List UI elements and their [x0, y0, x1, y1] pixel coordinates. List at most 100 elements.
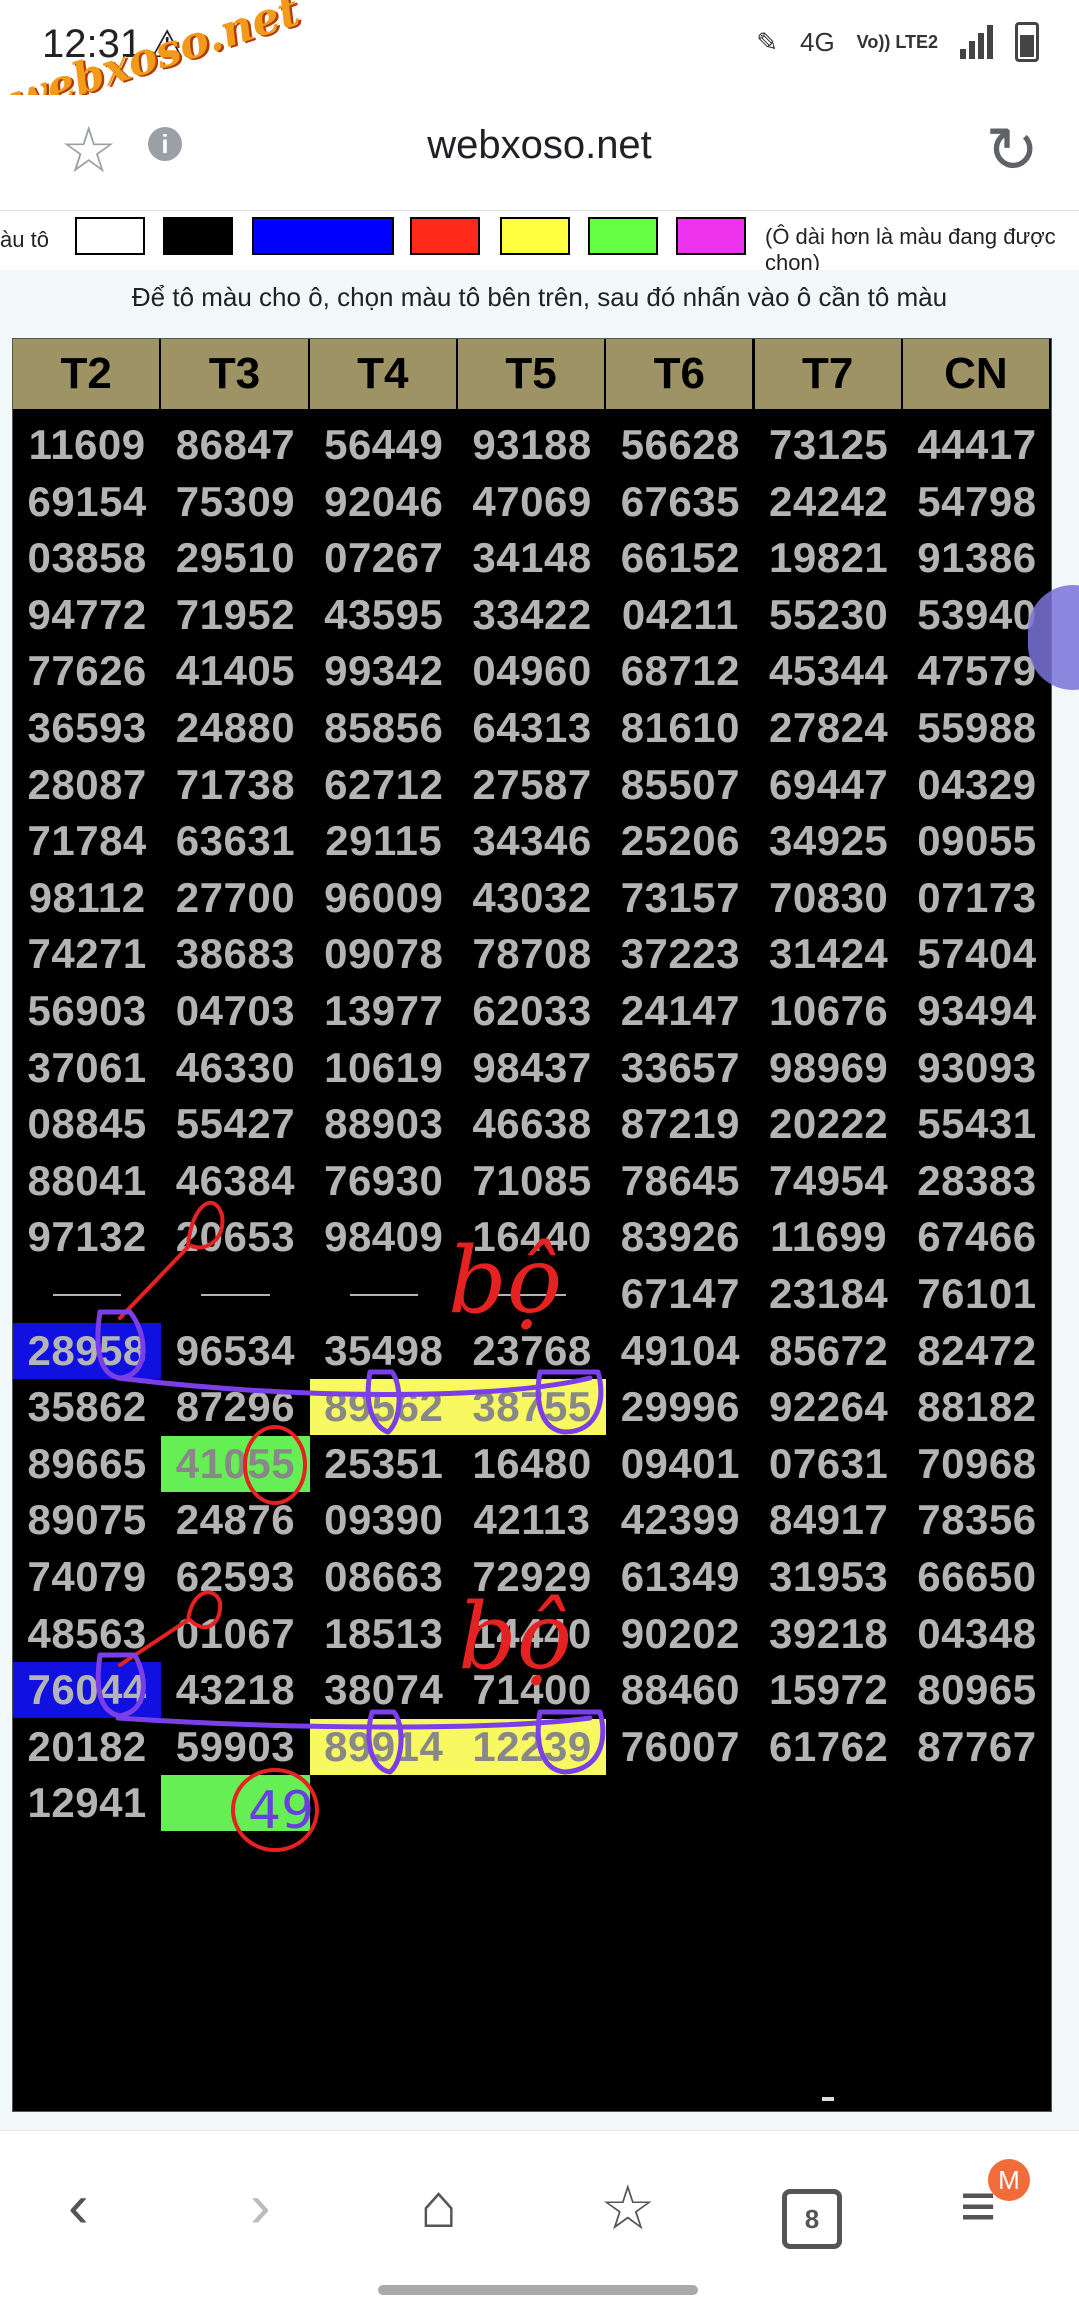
- table-cell[interactable]: 27700: [161, 870, 309, 926]
- table-cell[interactable]: 08663: [310, 1549, 458, 1605]
- table-cell[interactable]: 71085: [458, 1153, 606, 1209]
- table-cell[interactable]: 81610: [606, 700, 754, 756]
- table-cell[interactable]: 86847: [161, 417, 309, 473]
- table-cell[interactable]: 63631: [161, 813, 309, 869]
- swatch-white[interactable]: [75, 217, 145, 255]
- table-cell[interactable]: 04348: [903, 1606, 1051, 1662]
- table-cell[interactable]: 56628: [606, 417, 754, 473]
- table-cell[interactable]: 28958: [13, 1322, 162, 1379]
- table-cell[interactable]: 35498: [310, 1323, 458, 1379]
- table-cell[interactable]: 70968: [903, 1436, 1051, 1492]
- table-cell[interactable]: 18513: [310, 1606, 458, 1662]
- table-cell[interactable]: 23184: [755, 1266, 903, 1322]
- table-cell[interactable]: 78708: [458, 926, 606, 982]
- table-cell[interactable]: 54798: [903, 474, 1051, 530]
- swatch-blue[interactable]: [252, 217, 394, 255]
- table-cell[interactable]: 74079: [13, 1549, 161, 1605]
- table-cell[interactable]: 89665: [13, 1436, 161, 1492]
- table-cell[interactable]: 28087: [13, 757, 161, 813]
- table-cell[interactable]: 91386: [903, 530, 1051, 586]
- table-cell[interactable]: 98409: [310, 1209, 458, 1265]
- home-icon[interactable]: ⌂: [420, 2171, 457, 2242]
- table-cell[interactable]: 44417: [903, 417, 1051, 473]
- table-cell[interactable]: 49104: [606, 1323, 754, 1379]
- table-cell[interactable]: 20222: [755, 1096, 903, 1152]
- table-cell[interactable]: 76044: [13, 1662, 162, 1719]
- table-cell[interactable]: 12239: [457, 1718, 607, 1775]
- tabs-button[interactable]: 8: [782, 2189, 842, 2249]
- table-cell[interactable]: 10676: [755, 983, 903, 1039]
- table-cell[interactable]: 25351: [310, 1436, 458, 1492]
- table-cell[interactable]: 55230: [755, 587, 903, 643]
- table-cell[interactable]: 25206: [606, 813, 754, 869]
- table-cell[interactable]: 37223: [606, 926, 754, 982]
- table-cell[interactable]: 46638: [458, 1096, 606, 1152]
- table-cell[interactable]: 46384: [161, 1153, 309, 1209]
- table-cell[interactable]: 93494: [903, 983, 1051, 1039]
- swatch-green[interactable]: [588, 217, 658, 255]
- table-cell[interactable]: 62033: [458, 983, 606, 1039]
- table-cell[interactable]: 98437: [458, 1040, 606, 1096]
- table-cell[interactable]: 97132: [13, 1209, 161, 1265]
- table-cell[interactable]: 41055: [161, 1435, 310, 1492]
- table-cell[interactable]: 56449: [310, 417, 458, 473]
- table-cell[interactable]: 88903: [310, 1096, 458, 1152]
- table-cell[interactable]: 46330: [161, 1040, 309, 1096]
- table-cell[interactable]: 70830: [755, 870, 903, 926]
- table-cell[interactable]: 12941: [13, 1775, 161, 1831]
- table-cell[interactable]: 10619: [310, 1040, 458, 1096]
- url-domain[interactable]: webxoso.net: [0, 123, 1079, 168]
- table-cell[interactable]: 36593: [13, 700, 161, 756]
- table-cell[interactable]: 71952: [161, 587, 309, 643]
- table-cell[interactable]: 23768: [458, 1323, 606, 1379]
- table-cell[interactable]: 83926: [606, 1209, 754, 1265]
- table-cell[interactable]: 09078: [310, 926, 458, 982]
- table-cell[interactable]: 66650: [903, 1549, 1051, 1605]
- table-cell[interactable]: 11699: [755, 1209, 903, 1265]
- table-cell[interactable]: 38074: [310, 1662, 458, 1718]
- table-cell[interactable]: 80965: [903, 1662, 1051, 1718]
- table-cell[interactable]: 42113: [458, 1492, 606, 1548]
- table-cell[interactable]: 89914: [309, 1718, 458, 1775]
- table-cell[interactable]: 67635: [606, 474, 754, 530]
- table-cell[interactable]: 24876: [161, 1492, 309, 1548]
- table-cell[interactable]: 92046: [310, 474, 458, 530]
- table-cell[interactable]: 29996: [606, 1379, 754, 1435]
- table-cell[interactable]: 13977: [310, 983, 458, 1039]
- table-cell[interactable]: 09390: [310, 1492, 458, 1548]
- table-cell[interactable]: 27824: [755, 700, 903, 756]
- table-cell[interactable]: 16480: [458, 1436, 606, 1492]
- table-cell[interactable]: 24880: [161, 700, 309, 756]
- table-cell[interactable]: 69447: [755, 757, 903, 813]
- table-cell[interactable]: 42399: [606, 1492, 754, 1548]
- table-cell[interactable]: 68712: [606, 643, 754, 699]
- table-cell[interactable]: 20182: [13, 1719, 161, 1775]
- table-cell[interactable]: 57404: [903, 926, 1051, 982]
- table-cell[interactable]: [161, 1775, 310, 1832]
- table-cell[interactable]: 98969: [755, 1040, 903, 1096]
- table-cell[interactable]: 04703: [161, 983, 309, 1039]
- table-cell[interactable]: 33422: [458, 587, 606, 643]
- table-cell[interactable]: 38683: [161, 926, 309, 982]
- table-cell[interactable]: 29115: [310, 813, 458, 869]
- table-cell[interactable]: 04211: [606, 587, 754, 643]
- table-cell[interactable]: 85856: [310, 700, 458, 756]
- table-cell[interactable]: 43218: [161, 1662, 309, 1718]
- back-icon[interactable]: ‹: [68, 2171, 89, 2242]
- table-cell[interactable]: 47069: [458, 474, 606, 530]
- table-cell[interactable]: 55988: [903, 700, 1051, 756]
- table-cell[interactable]: 98112: [13, 870, 161, 926]
- table-cell[interactable]: [458, 1775, 606, 1831]
- reload-icon[interactable]: ↻: [985, 113, 1039, 188]
- table-cell[interactable]: 55427: [161, 1096, 309, 1152]
- table-cell[interactable]: 76930: [310, 1153, 458, 1209]
- table-cell[interactable]: 45344: [755, 643, 903, 699]
- table-cell[interactable]: 87219: [606, 1096, 754, 1152]
- table-cell[interactable]: 71400: [458, 1662, 606, 1718]
- table-cell[interactable]: 93093: [903, 1040, 1051, 1096]
- table-cell[interactable]: 04960: [458, 643, 606, 699]
- table-cell[interactable]: 78356: [903, 1492, 1051, 1548]
- table-cell[interactable]: 82472: [903, 1323, 1051, 1379]
- table-cell[interactable]: 67466: [903, 1209, 1051, 1265]
- table-cell[interactable]: 27587: [458, 757, 606, 813]
